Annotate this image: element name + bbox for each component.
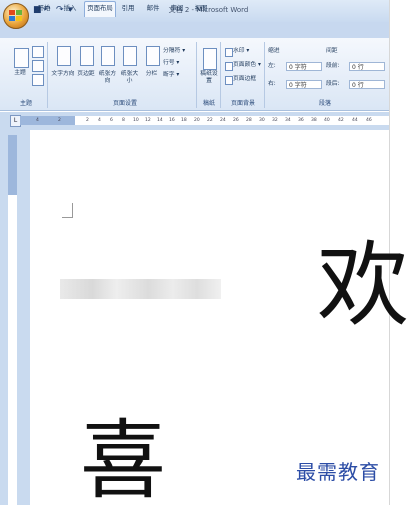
margins-icon[interactable] <box>80 46 94 66</box>
divider <box>264 42 265 108</box>
page-background-group-label: 页面背景 <box>230 100 255 107</box>
columns-button[interactable]: 分栏 <box>143 71 160 78</box>
tab-view[interactable]: 视图 <box>190 2 212 15</box>
breaks-button[interactable]: 分隔符 ▾ <box>163 47 185 56</box>
ruler-tick: 20 <box>194 118 200 123</box>
ruler-tick: 10 <box>133 118 139 123</box>
page-setup-group-label: 页面设置 <box>112 100 137 107</box>
ruler-tick: 14 <box>157 118 163 123</box>
draft-paper-icon[interactable] <box>203 48 217 70</box>
tab-mailings[interactable]: 邮件 <box>142 2 164 15</box>
paragraph-group-label: 段落 <box>318 100 331 107</box>
ribbon-tabs <box>0 22 389 38</box>
paper-size-icon[interactable] <box>123 46 137 66</box>
draft-paper-setup-button[interactable]: 稿纸设置 <box>200 71 218 85</box>
page-color-icon[interactable] <box>225 62 233 71</box>
divider <box>47 42 48 108</box>
ruler-tick: 6 <box>110 118 113 123</box>
page-color-button[interactable]: 页面颜色 ▾ <box>233 61 261 70</box>
page-borders-button[interactable]: 页面边框 <box>233 75 256 84</box>
margins-button[interactable]: 页边距 <box>75 71 97 78</box>
spacing-after-label: 段后: <box>326 81 340 87</box>
document-large-character: 欢 <box>317 232 410 339</box>
theme-fonts-icon[interactable] <box>32 60 44 72</box>
watermark-text: 最需教育 <box>296 460 380 484</box>
line-numbers-button[interactable]: 行号 ▾ <box>163 59 179 68</box>
ruler-tick: 24 <box>220 118 226 123</box>
indent-left-field[interactable]: 0 字符 <box>286 62 322 71</box>
ruler-tick: 30 <box>259 118 265 123</box>
ruler-tick: 4 <box>98 118 101 123</box>
ruler-tick: 32 <box>272 118 278 123</box>
draft-group-label: 稿纸 <box>202 100 215 107</box>
hyphenation-button[interactable]: 断字 ▾ <box>163 71 179 80</box>
tab-insert[interactable]: 插入 <box>59 2 81 15</box>
spacing-before-field[interactable]: 0 行 <box>349 62 385 71</box>
office-button[interactable] <box>3 3 29 29</box>
ruler-tick: 46 <box>366 118 372 123</box>
ruler-tick: 26 <box>233 118 239 123</box>
divider <box>220 42 221 108</box>
indent-right-field[interactable]: 0 字符 <box>286 80 322 89</box>
ruler-tick: 2 <box>58 118 61 123</box>
tab-page-layout[interactable]: 页面布局 <box>84 1 116 17</box>
paper-size-button[interactable]: 纸张大小 <box>118 71 141 85</box>
watermark-icon[interactable] <box>225 48 233 57</box>
ruler-tick: 34 <box>285 118 291 123</box>
theme-colors-icon[interactable] <box>32 46 44 58</box>
ruler-tick: 44 <box>352 118 358 123</box>
ruler-tick: 2 <box>86 118 89 123</box>
ruler-tick: 42 <box>338 118 344 123</box>
theme-button[interactable]: 主题 <box>10 70 30 77</box>
ruler-tick: 4 <box>36 118 39 123</box>
vertical-ruler[interactable] <box>8 135 18 505</box>
ruler-tick: 28 <box>246 118 252 123</box>
text-direction-icon[interactable] <box>57 46 71 66</box>
spacing-header: 间距 <box>326 48 338 54</box>
horizontal-ruler[interactable] <box>20 116 389 125</box>
divider <box>196 42 197 108</box>
ruler-tick: 18 <box>181 118 187 123</box>
orientation-icon[interactable] <box>101 46 115 66</box>
watermark-button[interactable]: 水印 ▾ <box>233 47 249 56</box>
orientation-button[interactable]: 纸张方向 <box>96 71 119 85</box>
indent-right-label: 右: <box>268 81 276 87</box>
ruler-tick: 22 <box>207 118 213 123</box>
ruler-tick: 12 <box>145 118 151 123</box>
page-borders-icon[interactable] <box>225 76 233 85</box>
ruler-tick: 8 <box>122 118 125 123</box>
theme-effects-icon[interactable] <box>32 74 44 86</box>
indent-left-label: 左: <box>268 63 276 69</box>
spacing-after-field[interactable]: 0 行 <box>349 80 385 89</box>
ruler-tick: 16 <box>169 118 175 123</box>
document-large-character: 喜 <box>80 411 166 511</box>
tab-home[interactable]: 开始 <box>33 2 55 15</box>
ruler-tick: 40 <box>324 118 330 123</box>
text-direction-button[interactable]: 文字方向 <box>51 71 75 78</box>
columns-icon[interactable] <box>146 46 160 66</box>
theme-icon[interactable] <box>14 48 29 68</box>
tab-review[interactable]: 审阅 <box>166 2 188 15</box>
ruler-tick: 36 <box>298 118 304 123</box>
indent-header: 缩进 <box>268 48 280 54</box>
blurred-text-line <box>60 279 221 299</box>
ruler-tick: 38 <box>311 118 317 123</box>
spacing-before-label: 段前: <box>326 63 340 69</box>
theme-group-label: 主题 <box>19 100 32 107</box>
office-logo-icon <box>9 10 22 21</box>
margin-corner-mark <box>62 203 73 218</box>
tab-references[interactable]: 引用 <box>117 2 139 15</box>
